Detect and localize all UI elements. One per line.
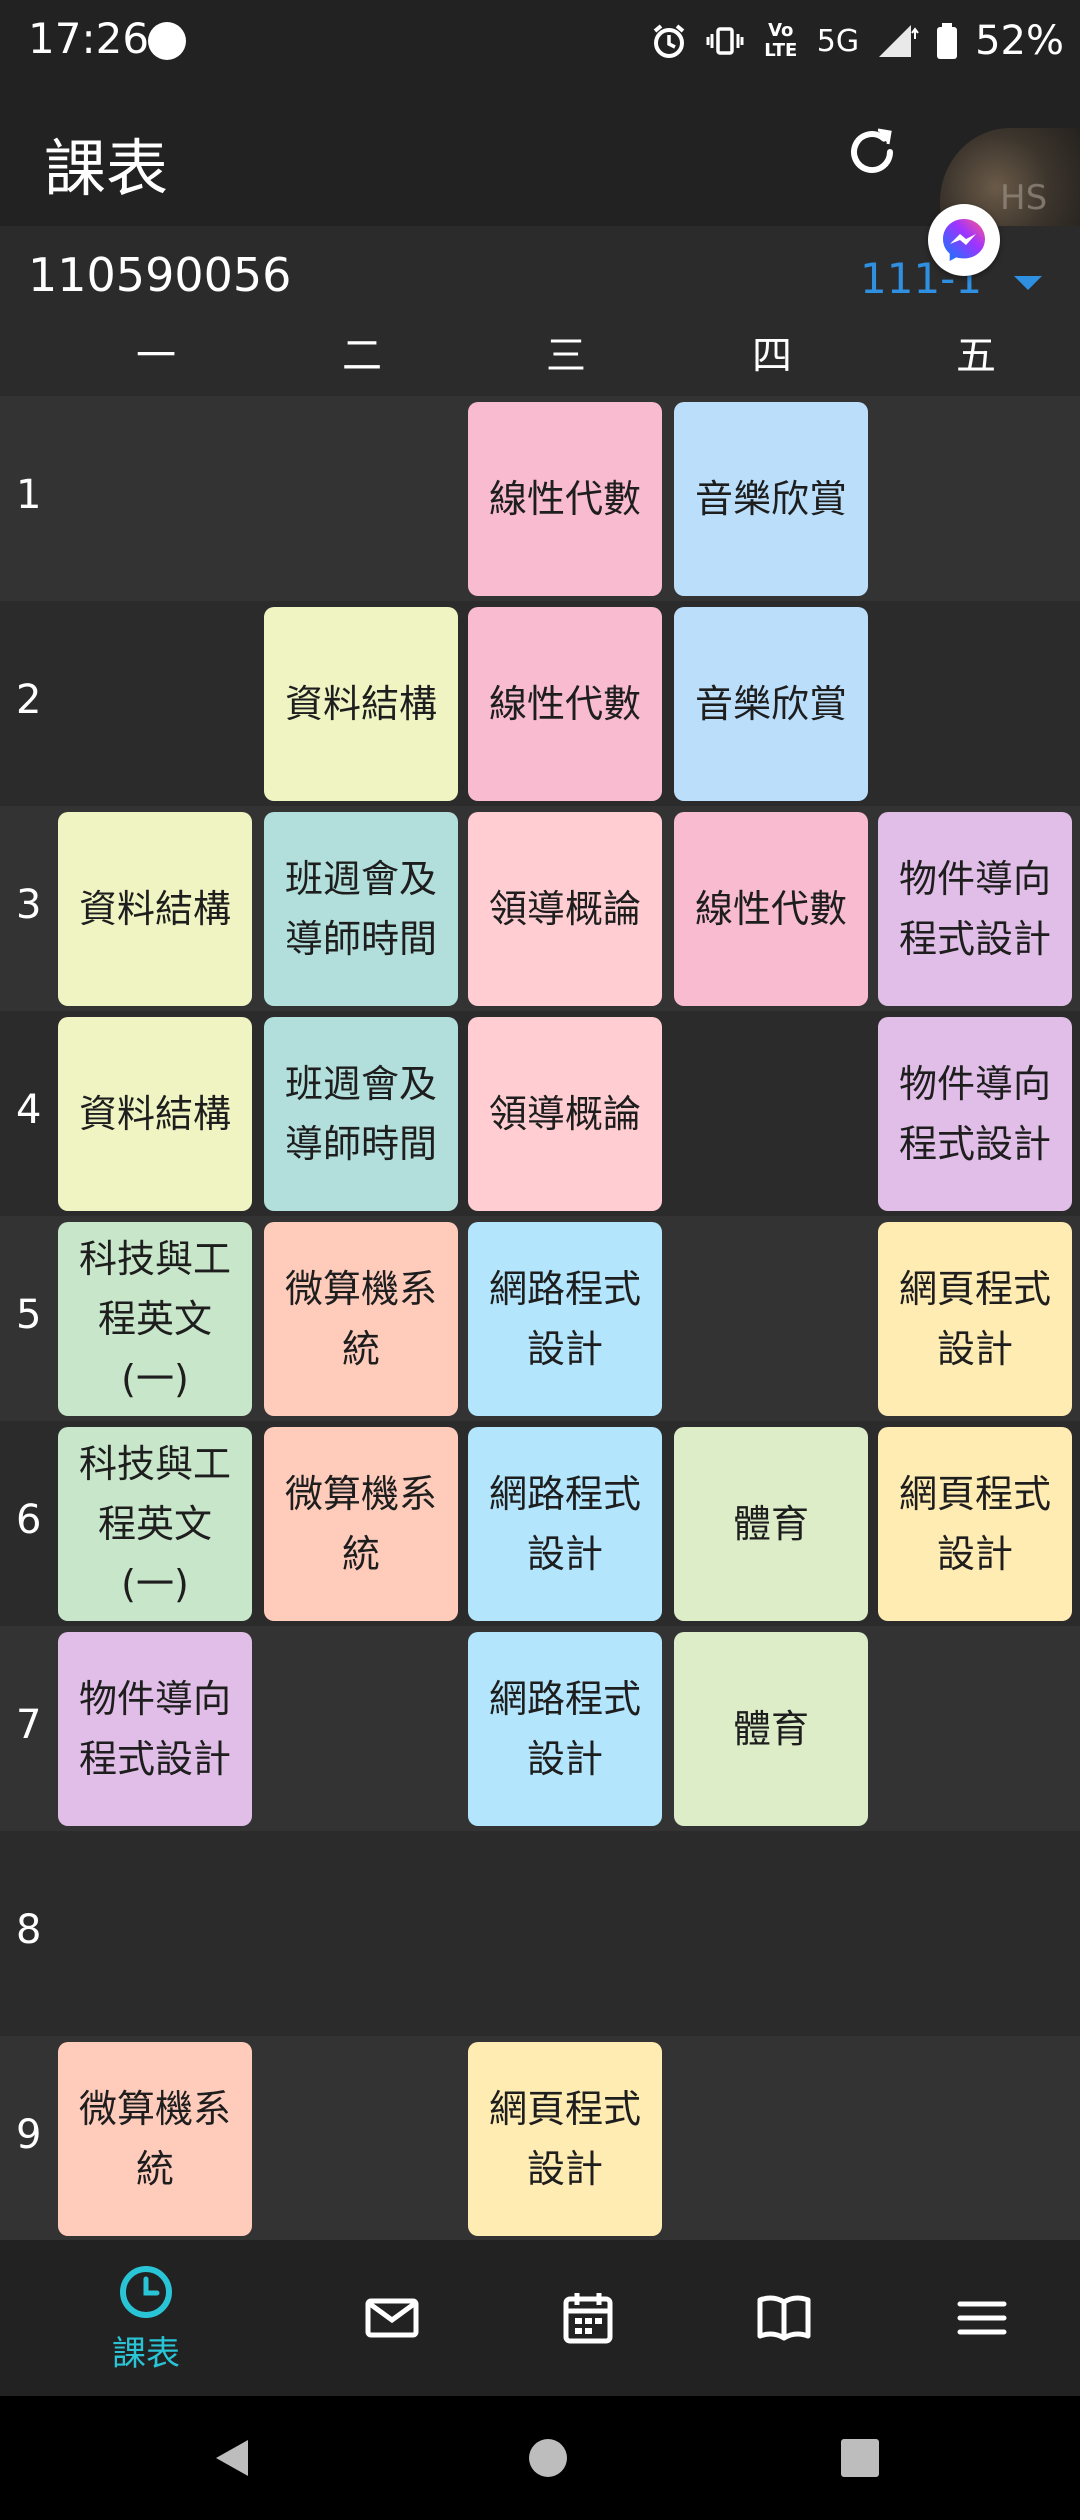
course-cell[interactable]: 網頁程式設計 [878,1427,1072,1621]
period-label: 5 [16,1292,42,1338]
status-icons: Vo LTE 5G 52% [649,16,1064,66]
clock-icon [120,2265,172,2318]
course-cell[interactable]: 體育 [674,1632,868,1826]
system-nav-bar [0,2396,1080,2520]
nav-label-schedule: 課表 [112,2333,180,2374]
student-id: 110590056 [28,248,292,302]
avatar-text: HS [1000,178,1048,218]
mail-icon [365,2298,419,2338]
battery-percent: 52% [975,18,1064,64]
alarm-icon [649,21,689,61]
course-cell[interactable]: 微算機系統 [264,1427,458,1621]
nav-item-calendar[interactable] [490,2240,686,2396]
nav-item-mail[interactable] [294,2240,490,2396]
course-cell[interactable]: 科技與工程英文(一) [58,1427,252,1621]
volte-icon: Vo LTE [764,20,798,61]
network-type: 5G [816,23,860,59]
period-label: 9 [16,2112,42,2158]
course-cell[interactable]: 領導概論 [468,1017,662,1211]
status-time: 17:26 [28,14,150,63]
course-cell[interactable]: 物件導向程式設計 [878,812,1072,1006]
back-icon[interactable] [210,2436,254,2480]
course-cell[interactable]: 網頁程式設計 [878,1222,1072,1416]
course-cell[interactable]: 網頁程式設計 [468,2042,662,2236]
day-label-fri: 五 [956,333,996,379]
period-label: 7 [16,1702,42,1748]
period-label: 6 [16,1497,42,1543]
course-cell[interactable]: 網路程式設計 [468,1632,662,1826]
refresh-icon [851,128,893,174]
refresh-button[interactable] [836,116,908,188]
course-cell[interactable]: 線性代數 [674,812,868,1006]
course-cell[interactable]: 物件導向程式設計 [878,1017,1072,1211]
day-label-wed: 三 [546,333,586,379]
messenger-icon [943,219,985,261]
course-cell[interactable]: 資料結構 [58,1017,252,1211]
period-label: 3 [16,882,42,928]
nav-item-courses[interactable] [686,2240,882,2396]
info-row: 110590056 111-1 [0,226,1080,316]
period-label: 1 [16,472,42,518]
course-cell[interactable]: 音樂欣賞 [674,402,868,596]
nav-item-menu[interactable] [884,2240,1080,2396]
calendar-icon [563,2293,613,2344]
course-cell[interactable]: 體育 [674,1427,868,1621]
status-bar: 17:26 Vo LTE 5G 52% [0,0,1080,84]
period-row: 8 [0,1831,1080,2036]
course-cell[interactable]: 資料結構 [58,812,252,1006]
day-label-tue: 二 [342,333,382,379]
course-cell[interactable]: 線性代數 [468,607,662,801]
period-label: 8 [16,1907,42,1953]
app-bar: 課表 HS [0,84,1080,276]
course-cell[interactable]: 網路程式設計 [468,1427,662,1621]
battery-icon [935,21,959,61]
course-cell[interactable]: 網路程式設計 [468,1222,662,1416]
home-icon[interactable] [528,2438,568,2478]
course-cell[interactable]: 科技與工程英文(一) [58,1222,252,1416]
nav-item-schedule[interactable]: 課表 [48,2240,244,2396]
course-cell[interactable]: 班週會及導師時間 [264,1017,458,1211]
day-label-mon: 一 [136,333,176,379]
bottom-nav: 課表 [0,2240,1080,2396]
period-label: 2 [16,677,42,723]
vibrate-icon [705,21,745,61]
period-label: 4 [16,1087,42,1133]
menu-icon [957,2301,1007,2335]
course-cell[interactable]: 線性代數 [468,402,662,596]
course-cell[interactable]: 領導概論 [468,812,662,1006]
chevron-down-icon[interactable] [1014,276,1042,290]
signal-icon [875,21,919,61]
page-title: 課表 [44,132,169,205]
notification-dot-icon [148,22,186,60]
course-cell[interactable]: 微算機系統 [58,2042,252,2236]
course-cell[interactable]: 資料結構 [264,607,458,801]
day-label-thu: 四 [752,333,792,379]
course-cell[interactable]: 班週會及導師時間 [264,812,458,1006]
course-cell[interactable]: 音樂欣賞 [674,607,868,801]
book-icon [757,2295,811,2341]
messenger-chat-head[interactable] [928,204,1000,276]
course-cell[interactable]: 微算機系統 [264,1222,458,1416]
recents-icon[interactable] [840,2438,880,2478]
day-header: 一 二 三 四 五 [0,316,1080,396]
course-cell[interactable]: 物件導向程式設計 [58,1632,252,1826]
